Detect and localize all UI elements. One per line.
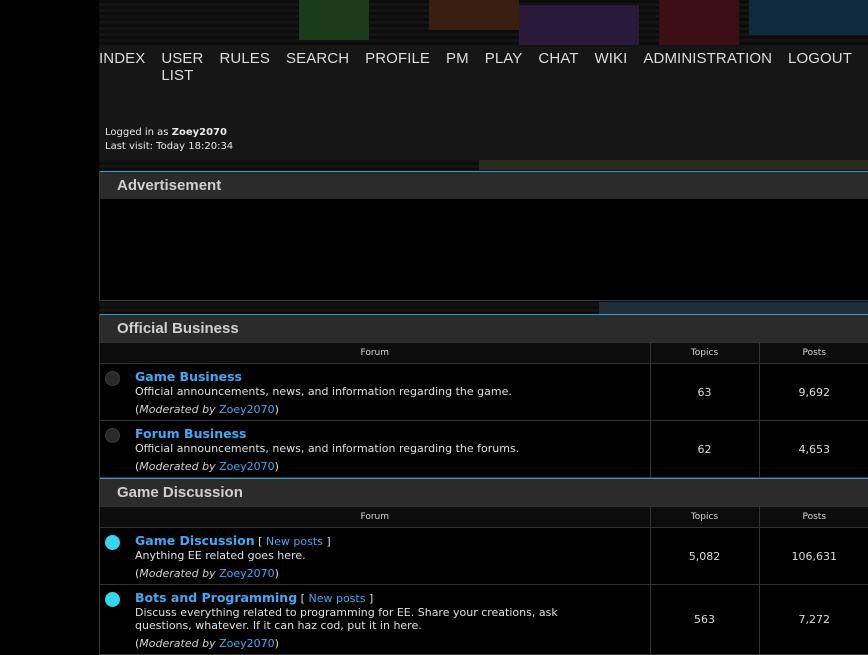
nav-rules[interactable]: RULES	[219, 50, 270, 84]
nav-pm[interactable]: PM	[446, 50, 469, 84]
forum-link[interactable]: Game Business	[135, 369, 242, 384]
forum-link[interactable]: Forum Business	[135, 426, 246, 441]
advertisement-panel: Advertisement	[99, 171, 868, 301]
forum-table: Forum Topics Posts Game Discussion [ New…	[100, 506, 868, 655]
new-posts-indicator: [ New posts ]	[300, 592, 374, 605]
no-new-posts-icon	[105, 371, 120, 386]
posts-count: 7,272	[758, 584, 868, 655]
section-title: Game Discussion	[100, 478, 868, 506]
moderator-link[interactable]: Zoey2070	[219, 460, 275, 473]
nav-logout[interactable]: LOGOUT	[788, 50, 852, 84]
moderated-label: Moderated by	[139, 460, 216, 473]
posts-count: 4,653	[758, 420, 868, 478]
no-new-posts-icon	[105, 428, 120, 443]
posts-count: 106,631	[758, 527, 868, 585]
forum-description: Discuss everything related to programmin…	[135, 606, 558, 632]
new-posts-link[interactable]: New posts	[308, 592, 365, 605]
forum-link[interactable]: Game Discussion	[135, 533, 255, 548]
column-topics: Topics	[649, 506, 759, 528]
nav-chat[interactable]: CHAT	[538, 50, 578, 84]
nav-search[interactable]: SEARCH	[286, 50, 349, 84]
new-posts-link[interactable]: New posts	[266, 535, 323, 548]
last-visit: Last visit: Today 18:20:34	[105, 141, 234, 152]
moderator-link[interactable]: Zoey2070	[219, 567, 275, 580]
forum-row: Bots and Programming [ New posts ] Discu…	[100, 584, 868, 655]
forum-link[interactable]: Bots and Programming	[135, 590, 297, 605]
forum-row: Game Business Official announcements, ne…	[100, 363, 868, 421]
topics-count: 62	[649, 420, 759, 478]
forum-table: Forum Topics Posts Game Business Officia…	[100, 342, 868, 478]
new-posts-icon	[105, 535, 120, 550]
forum-moderators: (Moderated by Zoey2070)	[135, 460, 279, 473]
advertisement-body	[100, 199, 868, 301]
nav-index[interactable]: INDEX	[99, 50, 145, 84]
posts-count: 9,692	[758, 363, 868, 421]
header-bar: INDEX USER LIST RULES SEARCH PROFILE PM …	[99, 47, 868, 159]
nav-play[interactable]: PLAY	[485, 50, 523, 84]
moderated-label: Moderated by	[139, 403, 216, 416]
advertisement-title: Advertisement	[100, 171, 868, 199]
login-username: Zoey2070	[171, 127, 227, 138]
column-forum: Forum	[100, 342, 650, 364]
column-posts: Posts	[758, 342, 868, 364]
nav-wiki[interactable]: WIKI	[595, 50, 628, 84]
forum-row: Forum Business Official announcements, n…	[100, 420, 868, 478]
nav-administration[interactable]: ADMINISTRATION	[643, 50, 772, 84]
login-info: Logged in as Zoey2070 Last visit: Today …	[105, 126, 233, 154]
topics-count: 63	[649, 363, 759, 421]
topics-count: 5,082	[649, 527, 759, 585]
login-prefix: Logged in as	[105, 127, 172, 138]
forum-moderators: (Moderated by Zoey2070)	[135, 567, 279, 580]
moderated-label: Moderated by	[139, 637, 216, 650]
forum-description: Official announcements, news, and inform…	[135, 385, 512, 398]
section-game-discussion: Game Discussion Forum Topics Posts Game …	[99, 478, 868, 655]
nav-user-list[interactable]: USER LIST	[161, 50, 203, 84]
main-nav: INDEX USER LIST RULES SEARCH PROFILE PM …	[99, 50, 868, 84]
forum-moderators: (Moderated by Zoey2070)	[135, 403, 279, 416]
column-forum: Forum	[100, 506, 650, 528]
nav-profile[interactable]: PROFILE	[365, 50, 430, 84]
forum-moderators: (Moderated by Zoey2070)	[135, 637, 279, 650]
topics-count: 563	[649, 584, 759, 655]
moderator-link[interactable]: Zoey2070	[219, 403, 275, 416]
section-title: Official Business	[100, 314, 868, 342]
column-posts: Posts	[758, 506, 868, 528]
forum-row: Game Discussion [ New posts ] Anything E…	[100, 527, 868, 585]
section-official-business: Official Business Forum Topics Posts Gam…	[99, 314, 868, 478]
moderator-link[interactable]: Zoey2070	[219, 637, 275, 650]
new-posts-icon	[105, 592, 120, 607]
column-topics: Topics	[649, 342, 759, 364]
forum-description: Anything EE related goes here.	[135, 549, 306, 562]
new-posts-indicator: [ New posts ]	[258, 535, 331, 548]
forum-description: Official announcements, news, and inform…	[135, 442, 520, 455]
moderated-label: Moderated by	[139, 567, 216, 580]
